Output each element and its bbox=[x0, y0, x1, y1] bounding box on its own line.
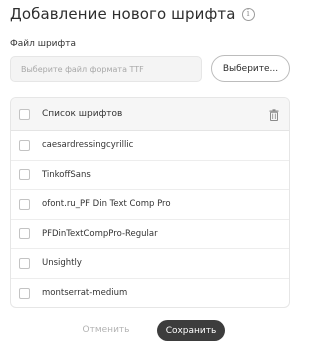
font-item-checkbox[interactable] bbox=[19, 287, 30, 299]
info-icon[interactable]: i bbox=[241, 7, 255, 21]
font-item-checkbox[interactable] bbox=[19, 169, 30, 181]
font-list: Список шрифтов caesardressingcyrillic Tin… bbox=[10, 97, 290, 308]
select-all-checkbox[interactable] bbox=[19, 108, 30, 120]
font-item-checkbox[interactable] bbox=[19, 228, 30, 240]
font-item-label: caesardressingcyrillic bbox=[42, 140, 134, 151]
font-list-body: caesardressingcyrillic TinkoffSans ofont.r… bbox=[11, 131, 289, 308]
font-list-item[interactable]: TinkoffSans bbox=[11, 161, 289, 190]
dialog-header: Добавление нового шрифта i bbox=[10, 5, 255, 23]
font-item-label: ofont.ru_PF Din Text Comp Pro bbox=[42, 199, 171, 210]
font-item-checkbox[interactable] bbox=[19, 198, 30, 210]
font-list-item[interactable]: montserrat-medium bbox=[11, 279, 289, 308]
font-list-item[interactable]: ofont.ru_PF Din Text Comp Pro bbox=[11, 190, 289, 220]
font-list-item[interactable]: PFDinTextCompPro-Regular bbox=[11, 220, 289, 249]
trash-icon[interactable] bbox=[269, 109, 279, 121]
font-list-item[interactable]: Unsightly bbox=[11, 249, 289, 279]
file-field-label: Файл шрифта bbox=[10, 39, 76, 49]
browse-button[interactable]: Выберите... bbox=[211, 55, 290, 82]
save-button[interactable]: Сохранить bbox=[157, 320, 225, 341]
font-list-header: Список шрифтов bbox=[11, 98, 289, 131]
file-path-input[interactable]: Выберите файл формата TTF bbox=[10, 56, 202, 82]
cancel-button[interactable]: Отменить bbox=[72, 320, 140, 340]
dialog-title: Добавление нового шрифта bbox=[10, 5, 236, 23]
font-item-label: montserrat-medium bbox=[42, 288, 128, 299]
font-item-label: TinkoffSans bbox=[42, 169, 91, 180]
font-item-label: Unsightly bbox=[42, 258, 82, 269]
font-list-item[interactable]: caesardressingcyrillic bbox=[11, 131, 289, 161]
font-item-checkbox[interactable] bbox=[19, 139, 30, 151]
font-item-label: PFDinTextCompPro-Regular bbox=[42, 228, 158, 239]
font-list-header-label: Список шрифтов bbox=[42, 109, 123, 119]
add-font-dialog: Добавление нового шрифта i Файл шрифта В… bbox=[0, 0, 300, 360]
font-item-checkbox[interactable] bbox=[19, 257, 30, 269]
